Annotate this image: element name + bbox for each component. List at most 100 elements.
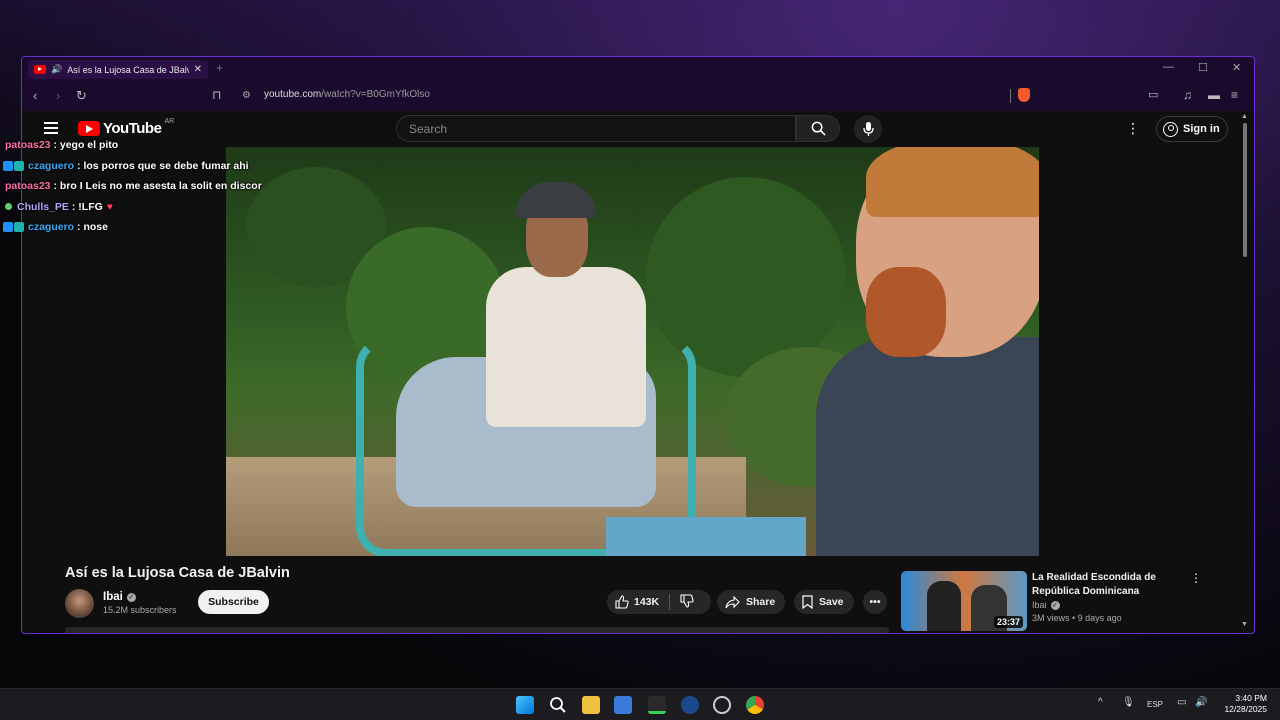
app-icon[interactable] [681,696,699,714]
extensions-icon[interactable]: ▬ [1208,88,1220,102]
chat-username: czaguero [28,159,75,172]
recommendation-channel: Ibai [1032,600,1047,610]
chat-text: !LFG [78,200,103,213]
like-button[interactable]: 143K [607,594,671,610]
thumbs-up-icon [615,595,629,609]
scroll-down-icon[interactable]: ▼ [1241,621,1248,628]
clock-time: 3:40 PM [1235,693,1267,703]
brave-shields-icon[interactable] [1018,88,1030,102]
scrollbar-thumb[interactable] [1243,123,1247,257]
page-scrollbar[interactable]: ▲ ▼ [1241,113,1249,631]
save-button[interactable]: Save [794,590,854,614]
chat-message: czaguero : nose [0,217,320,238]
store-icon[interactable] [614,696,632,714]
bookmark-icon[interactable]: ⊓ [212,88,221,102]
person-cap [516,182,596,218]
chat-badge-icon [3,160,25,171]
more-actions-button[interactable]: ••• [863,590,887,614]
app-icon[interactable] [713,696,731,714]
url-field[interactable]: youtube.com/watch?v=B0GmYfkOlso [264,89,430,100]
file-explorer-icon[interactable] [582,696,600,714]
volume-icon[interactable]: 🔊 [1195,697,1207,708]
channel-name: Ibai [103,591,123,603]
search-button[interactable] [796,115,840,142]
mic-tray-icon[interactable]: 🎙 [1122,697,1135,708]
share-button[interactable]: Share [717,590,785,614]
url-path: /watch?v=B0GmYfkOlso [321,89,430,100]
new-tab-icon[interactable]: + [216,61,223,75]
more-horizontal-icon: ••• [869,596,881,608]
address-bar: ‹ › ↻ ⊓ ⚙ youtube.com/watch?v=B0GmYfkOls… [22,81,1254,111]
chat-text: los porros que se debe fumar ahi [83,159,249,172]
sidebar-icon[interactable]: ▭ [1148,88,1158,101]
recommendation-title[interactable]: La Realidad Escondida de República Domin… [1032,571,1182,598]
minimize-icon[interactable]: — [1163,61,1174,73]
terminal-icon[interactable] [648,696,666,714]
search-taskbar-icon[interactable] [549,696,567,714]
recommendation-kebab-icon[interactable]: ⋮ [1190,571,1202,585]
recommendation-meta: 3M views • 9 days ago [1032,613,1122,623]
close-window-icon[interactable]: ✕ [1232,61,1241,74]
settings-kebab-icon[interactable]: ⋮ [1126,120,1140,137]
dislike-button[interactable] [670,593,694,611]
music-icon[interactable]: ♫ [1183,88,1192,102]
chat-message: patoas23 : bro I Leis no me asesta la so… [5,180,262,193]
chat-message: czaguero : los porros que se debe fumar … [0,156,320,177]
channel-avatar[interactable] [65,589,94,618]
sign-in-label: Sign in [1183,123,1220,135]
account-icon [1163,121,1178,137]
scroll-up-icon[interactable]: ▲ [1241,113,1248,120]
start-menu-icon[interactable] [516,696,534,714]
person-shirt [486,267,646,427]
clock[interactable]: 3:40 PM 12/28/2025 [1215,693,1267,715]
chat-badge-icon [3,222,25,233]
network-icon[interactable]: ▭ [1177,697,1186,708]
chat-message: Chulls_PE : !LFG ♥ [0,197,320,218]
close-tab-icon[interactable]: ✕ [194,64,202,75]
chat-text: yego el pito [59,139,119,152]
video-title: Así es la Lujosa Casa de JBalvin [65,565,290,581]
language-indicator[interactable]: ESP [1147,700,1163,709]
share-icon [725,595,740,608]
recommendation-thumbnail[interactable]: 23:37 [901,571,1027,631]
forward-icon[interactable]: › [56,88,60,103]
site-settings-icon[interactable]: ⚙ [242,90,251,101]
bookmark-save-icon [802,595,813,609]
blue-table [606,517,806,556]
description-box[interactable] [65,627,889,633]
video-player[interactable] [226,147,1039,556]
menu-icon[interactable]: ≡ [1231,88,1238,102]
tab-active[interactable]: 🔊 Así es la Lujosa Casa de JBalvin ✕ [28,60,208,79]
chat-text: nose [83,221,108,234]
speaker-icon[interactable]: 🔊 [51,64,62,75]
recommendation-channel-row[interactable]: Ibai ✓ [1032,600,1060,610]
tray-chevron-icon[interactable]: ^ [1098,697,1103,708]
like-dislike-group: 143K [607,590,711,614]
voice-search-button[interactable] [854,115,882,143]
sign-in-button[interactable]: Sign in [1156,116,1228,142]
thumbnail-figure [927,581,961,631]
verified-icon: ✓ [1050,600,1060,610]
maximize-icon[interactable]: ☐ [1198,61,1208,74]
person-hair [866,147,1039,217]
reload-icon[interactable]: ↻ [76,88,87,104]
chat-username: Chulls_PE [17,200,69,213]
chat-text: bro I Leis no me asesta la solit en disc… [59,180,262,193]
back-icon[interactable]: ‹ [33,88,37,103]
chrome-icon[interactable] [746,696,764,714]
duration-badge: 23:37 [993,616,1023,628]
windows-taskbar: ^ 🎙 ESP ▭ 🔊 3:40 PM 12/28/2025 [0,688,1280,720]
channel-name-row[interactable]: Ibai ✓ [103,591,136,603]
microphone-icon [862,121,874,136]
share-label: Share [746,596,776,608]
youtube-favicon-icon [34,65,46,74]
url-domain: youtube.com [264,89,322,100]
guide-menu-icon[interactable] [44,122,58,134]
save-label: Save [819,596,844,608]
search-input[interactable] [409,122,779,136]
subscriber-count: 15.2M subscribers [103,605,177,615]
chat-username: czaguero [28,221,75,234]
chat-username: patoas23 [5,180,51,193]
search-box [396,115,796,142]
subscribe-button[interactable]: Subscribe [198,590,269,614]
